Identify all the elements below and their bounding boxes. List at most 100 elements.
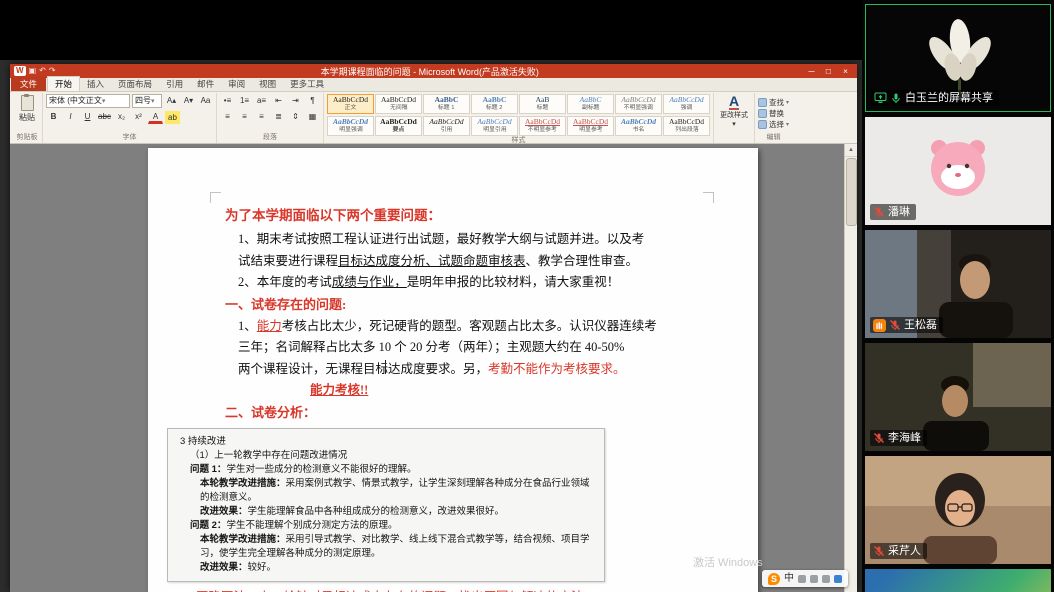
- style-chip-book-title[interactable]: AaBbCcDd 书名: [615, 116, 662, 136]
- paragraph-group-label: 段落: [263, 134, 277, 141]
- decrease-indent-button[interactable]: ⇤: [271, 94, 286, 108]
- style-chip-intense-emphasis[interactable]: AaBbCcDd 明显强调: [327, 116, 374, 136]
- participant-label: 白玉兰的屏幕共享: [871, 90, 999, 106]
- redo-icon[interactable]: ↷: [49, 66, 56, 76]
- tab-home[interactable]: 开始: [47, 76, 81, 91]
- tab-review[interactable]: 审阅: [221, 77, 252, 91]
- style-chip-strong[interactable]: AaBbCcDd 要点: [375, 116, 422, 136]
- ime-skin-icon[interactable]: [810, 574, 818, 583]
- style-chip-subtle-reference[interactable]: AaBbCcDd 不明显参考: [519, 116, 566, 136]
- grow-font-button[interactable]: A▴: [164, 94, 179, 108]
- paste-button[interactable]: 粘贴: [15, 94, 39, 124]
- participant-label: 采芹人: [870, 543, 927, 559]
- align-left-button[interactable]: ≡: [220, 110, 235, 124]
- ime-keyboard-icon[interactable]: [798, 574, 806, 583]
- style-chip-no-spacing[interactable]: AaBbCcDd 无间隔: [375, 94, 422, 114]
- save-icon[interactable]: ▣: [29, 66, 37, 76]
- style-chip-list-paragraph[interactable]: AaBbCcDd 列出段落: [663, 116, 710, 136]
- box-line: 改进效果：学生能理解食品中各种组成成分的检测意义，改进效果很好。: [200, 505, 505, 517]
- ime-settings-icon[interactable]: [822, 574, 830, 583]
- maximize-button[interactable]: □: [821, 65, 836, 77]
- select-button[interactable]: 选择 ▾: [758, 120, 789, 130]
- text-highlight-button[interactable]: ab: [165, 110, 180, 124]
- style-chip-heading2[interactable]: AaBbC 标题 2: [471, 94, 518, 114]
- underline-button[interactable]: U: [80, 110, 95, 124]
- doc-emphasis-line: 能力考核!!: [310, 383, 369, 397]
- screen-share-area: W ▣ ↶ ↷ 本学期课程面临的问题 - Microsoft Word(产品激活…: [0, 0, 862, 592]
- participant-tile[interactable]: [865, 569, 1051, 592]
- vertical-scrollbar[interactable]: ▲: [844, 144, 857, 592]
- style-chip-subtitle[interactable]: AaBbC 副标题: [567, 94, 614, 114]
- borders-button[interactable]: ▦: [305, 110, 320, 124]
- multilevel-list-button[interactable]: a≡: [254, 94, 269, 108]
- shrink-font-button[interactable]: A▾: [181, 94, 196, 108]
- participant-tile[interactable]: 潘琳: [865, 117, 1051, 225]
- participant-label: 潘琳: [870, 204, 916, 220]
- bullets-button[interactable]: •≡: [220, 94, 235, 108]
- change-case-button[interactable]: Aa: [198, 94, 213, 108]
- tab-mailings[interactable]: 邮件: [190, 77, 221, 91]
- screen: W ▣ ↶ ↷ 本学期课程面临的问题 - Microsoft Word(产品激活…: [0, 0, 1054, 592]
- style-chip-intense-quote[interactable]: AaBbCcDd 明显引用: [471, 116, 518, 136]
- superscript-button[interactable]: x²: [131, 110, 146, 124]
- style-chip-normal[interactable]: AaBbCcDd 正文: [327, 94, 374, 114]
- justify-button[interactable]: ≣: [271, 110, 286, 124]
- ime-more-icon[interactable]: [834, 574, 842, 583]
- font-group-label: 字体: [122, 134, 137, 141]
- find-button[interactable]: 查找 ▾: [758, 98, 789, 108]
- sogou-logo-icon[interactable]: S: [768, 572, 780, 585]
- style-chip-quote[interactable]: AaBbCcDd 引用: [423, 116, 470, 136]
- strikethrough-button[interactable]: abc: [97, 110, 112, 124]
- align-center-button[interactable]: ≡: [237, 110, 252, 124]
- doc-paragraph: 试结束要进行课程目标达成度分析、试题命题审核表、教学合理性审查。: [238, 253, 639, 268]
- box-line: 本轮教学改进措施：采用案例式教学、情景式教学，让学生深刻理解各种成分在食品行业领…: [200, 477, 590, 503]
- window-title: 本学期课程面临的问题 - Microsoft Word(产品激活失败): [320, 66, 539, 77]
- subscript-button[interactable]: x₂: [114, 110, 129, 124]
- italic-button[interactable]: I: [63, 110, 78, 124]
- document-page[interactable]: 为了本学期面临以下两个重要问题： 1、期末考试按照工程认证进行出试题，最好教学大…: [148, 148, 758, 592]
- participant-tile-sharing[interactable]: 白玉兰的屏幕共享: [865, 4, 1051, 112]
- minimize-button[interactable]: ─: [804, 65, 819, 77]
- show-marks-button[interactable]: ¶: [305, 94, 320, 108]
- tab-page-layout[interactable]: 页面布局: [111, 77, 159, 91]
- doc-paragraph: 2、本年度的考试成绩与作业，是明年申报的比较材料，请大家重视！: [238, 275, 620, 289]
- clipboard-group: 粘贴 剪贴板: [12, 93, 43, 143]
- box-line: 3 持续改进: [180, 435, 226, 447]
- ime-language-mode[interactable]: 中: [784, 573, 794, 585]
- line-spacing-button[interactable]: ⇕: [288, 110, 303, 124]
- close-button[interactable]: ×: [838, 65, 853, 77]
- scroll-up-icon[interactable]: ▲: [845, 144, 857, 157]
- word-logo-icon: W: [14, 66, 26, 76]
- tab-file[interactable]: 文件: [11, 77, 47, 91]
- ime-toolbar[interactable]: S 中: [762, 570, 848, 587]
- style-chip-heading1[interactable]: AaBbC 标题 1: [423, 94, 470, 114]
- font-name-combo[interactable]: 宋体 (中文正文▾: [46, 94, 130, 108]
- participant-tile[interactable]: 采芹人: [865, 456, 1051, 564]
- participant-tile[interactable]: 李海峰: [865, 343, 1051, 451]
- style-chip-subtle-emphasis[interactable]: AaBbCcDd 不明显强调: [615, 94, 662, 114]
- font-size-combo[interactable]: 四号▾: [132, 94, 162, 108]
- change-styles-group-label: [717, 133, 751, 143]
- change-styles-button[interactable]: A 更改样式 ▾: [717, 94, 751, 128]
- tab-references[interactable]: 引用: [159, 77, 190, 91]
- mic-muted-icon: [890, 320, 900, 330]
- font-color-button[interactable]: A: [148, 111, 163, 124]
- participant-tile[interactable]: 王松磊: [865, 230, 1051, 338]
- tab-view[interactable]: 视图: [252, 77, 283, 91]
- numbering-button[interactable]: 1≡: [237, 94, 252, 108]
- tab-insert[interactable]: 插入: [80, 77, 111, 91]
- tab-more-tools[interactable]: 更多工具: [283, 77, 331, 91]
- mic-muted-icon: [874, 546, 884, 556]
- increase-indent-button[interactable]: ⇥: [288, 94, 303, 108]
- style-chip-title[interactable]: AaB 标题: [519, 94, 566, 114]
- style-chip-emphasis[interactable]: AaBbCcDd 强调: [663, 94, 710, 114]
- replace-button[interactable]: 替换: [758, 109, 789, 119]
- style-chip-intense-reference[interactable]: AaBbCcDd 明显参考: [567, 116, 614, 136]
- undo-icon[interactable]: ↶: [39, 66, 46, 76]
- margin-mark: [210, 192, 221, 203]
- bold-button[interactable]: B: [46, 110, 61, 124]
- scrollbar-thumb[interactable]: [846, 158, 857, 226]
- align-right-button[interactable]: ≡: [254, 110, 269, 124]
- box-line: （1）上一轮教学中存在问题改进情况: [190, 449, 348, 461]
- word-title-bar[interactable]: W ▣ ↶ ↷ 本学期课程面临的问题 - Microsoft Word(产品激活…: [10, 64, 857, 78]
